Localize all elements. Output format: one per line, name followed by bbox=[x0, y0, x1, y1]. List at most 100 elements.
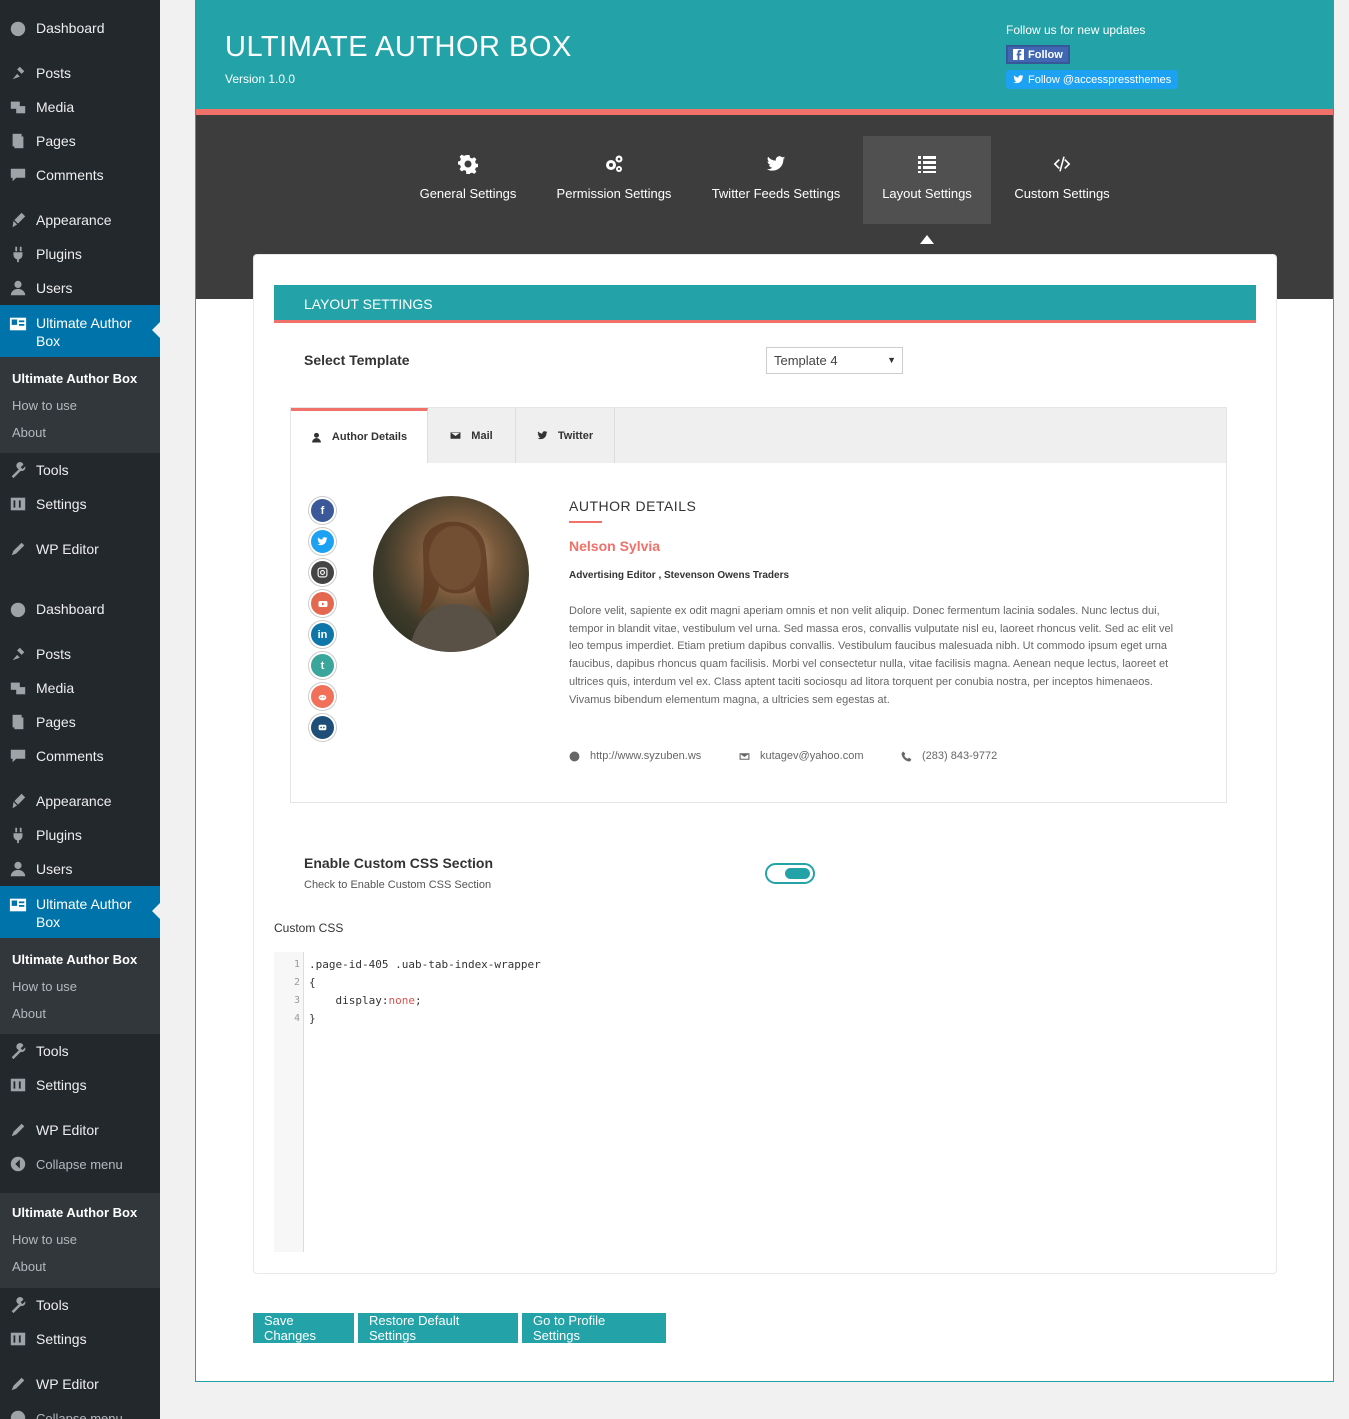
plug-icon bbox=[0, 826, 36, 844]
menu-pages[interactable]: Pages bbox=[0, 705, 160, 739]
settings-icon bbox=[0, 495, 36, 513]
plugin-title: ULTIMATE AUTHOR BOX bbox=[225, 31, 572, 63]
menu-appearance[interactable]: Appearance bbox=[0, 784, 160, 818]
pencil-icon bbox=[0, 1121, 36, 1139]
menu-tools[interactable]: Tools bbox=[0, 453, 160, 487]
facebook-icon bbox=[1013, 49, 1024, 60]
id-card-icon bbox=[0, 314, 36, 333]
plugin-header: ULTIMATE AUTHOR BOX Version 1.0.0 Follow… bbox=[196, 1, 1333, 109]
menu-users[interactable]: Users bbox=[0, 271, 160, 305]
custom-css-description: Check to Enable Custom CSS Section bbox=[304, 879, 492, 891]
submenu: Ultimate Author Box How to use About bbox=[0, 357, 160, 453]
submenu-item[interactable]: How to use bbox=[0, 1226, 160, 1253]
menu-appearance[interactable]: Appearance bbox=[0, 203, 160, 237]
menu-dashboard[interactable]: Dashboard bbox=[0, 592, 160, 626]
twitter-icon[interactable] bbox=[309, 528, 336, 555]
comment-icon bbox=[0, 166, 36, 184]
preview-tab-author-details[interactable]: Author Details bbox=[291, 408, 428, 463]
save-changes-button[interactable]: Save Changes bbox=[253, 1313, 354, 1343]
collapse-icon bbox=[0, 1155, 36, 1173]
menu-wp-editor[interactable]: WP Editor bbox=[0, 1113, 160, 1147]
tumblr-icon[interactable]: t bbox=[309, 652, 336, 679]
youtube-icon[interactable] bbox=[309, 590, 336, 617]
menu-pages[interactable]: Pages bbox=[0, 124, 160, 158]
plug-icon bbox=[0, 245, 36, 263]
menu-dashboard[interactable]: Dashboard bbox=[0, 11, 160, 45]
menu-settings[interactable]: Settings bbox=[0, 1322, 160, 1356]
dashboard-icon bbox=[0, 600, 36, 618]
submenu-item[interactable]: About bbox=[0, 419, 160, 446]
wrench-icon bbox=[0, 461, 36, 479]
template-select[interactable]: Template 4 ▼ bbox=[766, 347, 903, 374]
menu-media[interactable]: Media bbox=[0, 90, 160, 124]
restore-defaults-button[interactable]: Restore Default Settings bbox=[358, 1313, 518, 1343]
menu-collapse[interactable]: Collapse menu bbox=[0, 1401, 160, 1419]
facebook-follow-button[interactable]: Follow bbox=[1006, 45, 1070, 64]
menu-ultimate-author-box[interactable]: Ultimate Author Box bbox=[0, 305, 160, 357]
twitter-icon bbox=[766, 156, 786, 171]
author-details-heading: AUTHOR DETAILS bbox=[569, 498, 697, 514]
reddit-icon[interactable] bbox=[309, 683, 336, 710]
code-line: { bbox=[309, 976, 316, 989]
tab-twitter-feeds-settings[interactable]: Twitter Feeds Settings bbox=[703, 136, 849, 224]
menu-media[interactable]: Media bbox=[0, 671, 160, 705]
tab-custom-settings[interactable]: Custom Settings bbox=[1004, 136, 1120, 224]
pages-icon bbox=[0, 132, 36, 150]
submenu-item[interactable]: Ultimate Author Box bbox=[0, 1199, 160, 1226]
author-role: Advertising Editor , Stevenson Owens Tra… bbox=[569, 570, 790, 581]
layout-settings-card: LAYOUT SETTINGS Select Template Template… bbox=[253, 254, 1277, 1274]
globe-icon bbox=[569, 751, 580, 761]
author-phone[interactable]: (283) 843-9772 bbox=[901, 750, 997, 762]
code-icon bbox=[1053, 156, 1071, 172]
menu-users[interactable]: Users bbox=[0, 852, 160, 886]
menu-settings[interactable]: Settings bbox=[0, 487, 160, 521]
preview-tab-mail[interactable]: Mail bbox=[428, 408, 516, 463]
menu-tools[interactable]: Tools bbox=[0, 1034, 160, 1068]
menu-wp-editor[interactable]: WP Editor bbox=[0, 532, 160, 566]
menu-plugins[interactable]: Plugins bbox=[0, 818, 160, 852]
menu-comments[interactable]: Comments bbox=[0, 739, 160, 773]
submenu-item[interactable]: Ultimate Author Box bbox=[0, 365, 160, 392]
tab-permission-settings[interactable]: Permission Settings bbox=[542, 136, 686, 224]
submenu-item[interactable]: About bbox=[0, 1000, 160, 1027]
custom-css-toggle[interactable] bbox=[765, 863, 815, 884]
envelope-icon bbox=[739, 752, 750, 760]
preview-tab-bar: Author Details Mail Twitter bbox=[291, 408, 1226, 463]
menu-settings[interactable]: Settings bbox=[0, 1068, 160, 1102]
menu-posts[interactable]: Posts bbox=[0, 56, 160, 90]
instagram-icon[interactable] bbox=[309, 559, 336, 586]
profile-settings-button[interactable]: Go to Profile Settings bbox=[522, 1313, 666, 1343]
menu-collapse[interactable]: Collapse menu bbox=[0, 1147, 160, 1181]
submenu-item[interactable]: How to use bbox=[0, 392, 160, 419]
brush-icon bbox=[0, 211, 36, 229]
submenu: Ultimate Author Box How to use About bbox=[0, 1193, 160, 1288]
settings-icon bbox=[0, 1330, 36, 1348]
twitter-follow-button[interactable]: Follow @accesspressthemes bbox=[1006, 70, 1179, 89]
brush-icon bbox=[0, 792, 36, 810]
tab-general-settings[interactable]: General Settings bbox=[405, 136, 531, 224]
author-email[interactable]: kutagev@yahoo.com bbox=[739, 750, 864, 762]
submenu-item[interactable]: Ultimate Author Box bbox=[0, 946, 160, 973]
submenu-item[interactable]: How to use bbox=[0, 973, 160, 1000]
author-avatar bbox=[373, 496, 529, 652]
submenu-item[interactable]: About bbox=[0, 1253, 160, 1280]
author-website[interactable]: http://www.syzuben.ws bbox=[569, 750, 701, 762]
list-icon bbox=[918, 156, 936, 173]
pin-icon bbox=[0, 645, 36, 663]
menu-plugins[interactable]: Plugins bbox=[0, 237, 160, 271]
menu-posts[interactable]: Posts bbox=[0, 637, 160, 671]
flickr-icon[interactable] bbox=[309, 714, 336, 741]
custom-css-editor[interactable]: 1 2 3 4 .page-id-405 .uab-tab-index-wrap… bbox=[274, 952, 1256, 1252]
facebook-icon[interactable]: f bbox=[309, 497, 336, 524]
user-icon bbox=[0, 860, 36, 878]
media-icon bbox=[0, 679, 36, 697]
menu-wp-editor[interactable]: WP Editor bbox=[0, 1367, 160, 1401]
menu-ultimate-author-box[interactable]: Ultimate Author Box bbox=[0, 886, 160, 938]
plugin-version: Version 1.0.0 bbox=[225, 72, 296, 86]
tab-layout-settings[interactable]: Layout Settings bbox=[863, 136, 991, 244]
menu-tools[interactable]: Tools bbox=[0, 1288, 160, 1322]
linkedin-icon[interactable]: in bbox=[309, 621, 336, 648]
follow-text: Follow us for new updates bbox=[1006, 23, 1146, 37]
preview-tab-twitter[interactable]: Twitter bbox=[516, 408, 615, 463]
menu-comments[interactable]: Comments bbox=[0, 158, 160, 192]
